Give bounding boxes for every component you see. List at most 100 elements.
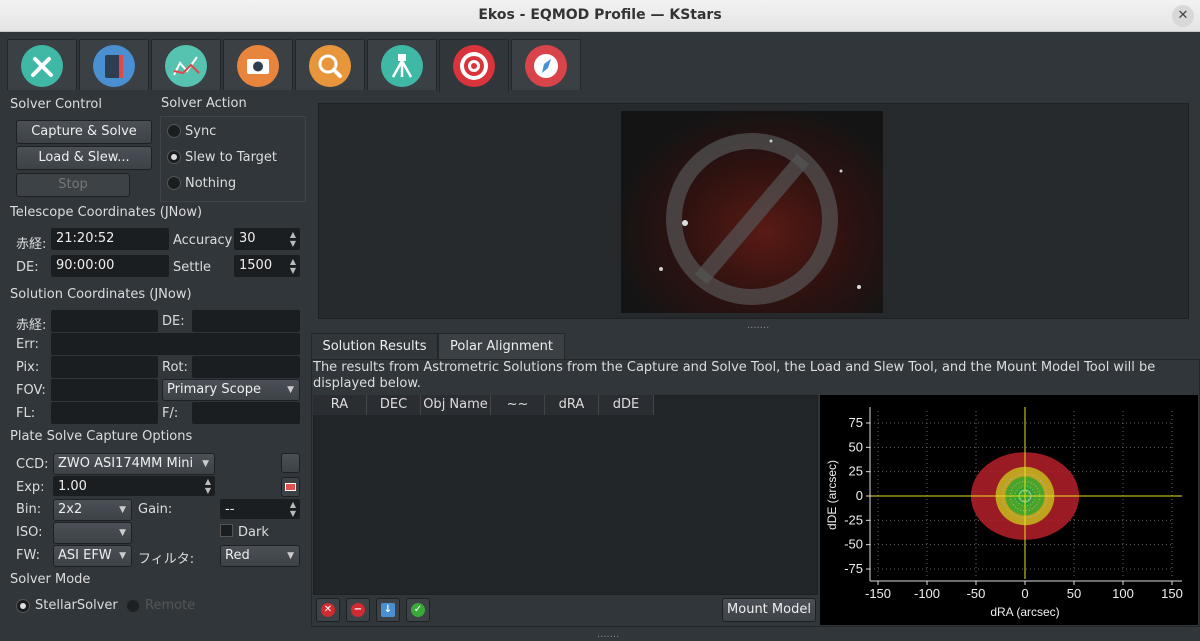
nothing-label: Nothing	[185, 176, 237, 191]
dark-checkbox[interactable]	[220, 524, 233, 537]
telescope-de-field[interactable]: 90:00:00	[51, 255, 169, 277]
stellarsolver-label: StellarSolver	[35, 598, 118, 613]
remove-row-button[interactable]: −	[346, 598, 370, 622]
frame-settings-button[interactable]	[281, 477, 300, 497]
horsehead-nebula-image	[621, 111, 883, 313]
spin-up-icon[interactable]: ▲	[290, 230, 296, 239]
ccd-options-button[interactable]	[281, 453, 300, 473]
bottom-splitter-handle[interactable]: .......	[597, 629, 619, 640]
nothing-radio[interactable]	[167, 176, 181, 190]
telescope-coords-title: Telescope Coordinates (JNow)	[10, 205, 203, 220]
bin-value: 2x2	[58, 502, 83, 517]
x-tick-label: -150	[865, 586, 891, 601]
spin-up-icon[interactable]: ▲	[205, 477, 211, 486]
chevron-down-icon: ▼	[119, 528, 126, 538]
chevron-down-icon: ▼	[119, 505, 126, 515]
accuracy-value: 30	[239, 231, 256, 246]
telescope-ra-field[interactable]: 21:20:52	[51, 228, 169, 250]
clear-all-button[interactable]: ✕	[316, 598, 340, 622]
fw-select[interactable]: ASI EFW ▼	[53, 545, 132, 567]
col-dde[interactable]: dDE	[599, 395, 654, 415]
capture-solve-button[interactable]: Capture & Solve	[16, 120, 152, 144]
splitter-handle[interactable]: .......	[747, 320, 769, 331]
load-slew-button[interactable]: Load & Slew...	[16, 146, 152, 170]
spin-down-icon[interactable]: ▼	[205, 486, 211, 495]
f-ratio-field	[192, 402, 300, 424]
ccd-select[interactable]: ZWO ASI174MM Mini ▼	[53, 453, 215, 475]
accuracy-chart[interactable]: -150 -100 -50 0 50 100 150 75 50 25 0 -25 -50 -75 dRA…	[820, 395, 1198, 625]
solver-action-title: Solver Action	[161, 96, 247, 111]
tab-solution-results[interactable]: Solution Results	[311, 333, 438, 359]
telescope-ra-label: 赤経:	[16, 237, 47, 252]
tab-scheduler[interactable]	[79, 39, 149, 90]
col-tilde[interactable]: ~~	[491, 395, 545, 415]
tab-analyze[interactable]	[151, 39, 221, 90]
window-title: Ekos - EQMOD Profile — KStars	[478, 7, 722, 23]
tab-guide[interactable]	[511, 39, 581, 90]
solution-ra-label: 赤経:	[16, 318, 47, 333]
bin-label: Bin:	[16, 502, 42, 517]
col-ra[interactable]: RA	[313, 395, 367, 415]
tab-align[interactable]	[439, 39, 509, 92]
x-tick-label: 150	[1161, 586, 1183, 601]
solution-de-label: DE:	[162, 314, 185, 329]
stop-button[interactable]: Stop	[16, 173, 130, 197]
col-dra[interactable]: dRA	[545, 395, 599, 415]
minus-circle-icon: −	[351, 603, 365, 617]
col-obj-name[interactable]: Obj Name	[421, 395, 491, 415]
y-tick-label: 25	[849, 464, 863, 479]
spin-up-icon[interactable]: ▲	[290, 500, 296, 509]
close-button[interactable]: ✕	[1172, 5, 1194, 27]
tab-polar-alignment[interactable]: Polar Alignment	[438, 333, 565, 359]
spin-down-icon[interactable]: ▼	[290, 239, 296, 248]
gain-spinbox[interactable]: -- ▲ ▼	[220, 499, 300, 519]
err-label: Err:	[16, 337, 39, 352]
y-tick-label: -50	[844, 537, 863, 552]
settle-spinbox[interactable]: 1500 ▲ ▼	[234, 255, 300, 277]
stellarsolver-radio[interactable]	[16, 599, 30, 613]
fl-label: FL:	[16, 406, 36, 421]
accept-button[interactable]: ✓	[406, 598, 430, 622]
telescope-de-label: DE:	[16, 260, 39, 275]
remote-radio[interactable]	[126, 599, 140, 613]
x-tick-label: -50	[967, 586, 986, 601]
tab-setup[interactable]	[7, 39, 77, 90]
col-dec[interactable]: DEC	[367, 395, 421, 415]
accuracy-spinbox[interactable]: 30 ▲ ▼	[234, 228, 300, 250]
results-table	[313, 395, 818, 595]
compass-icon	[525, 45, 567, 87]
exp-label: Exp:	[16, 480, 45, 495]
spin-down-icon[interactable]: ▼	[290, 509, 296, 518]
tab-focus[interactable]	[295, 39, 365, 90]
check-circle-icon: ✓	[411, 603, 425, 617]
sync-label: Sync	[185, 124, 217, 139]
export-button[interactable]: ↓	[376, 598, 400, 622]
wrench-screwdriver-icon	[21, 45, 63, 87]
chevron-down-icon: ▼	[202, 459, 209, 469]
slew-to-target-label: Slew to Target	[185, 150, 278, 165]
x-tick-label: 100	[1112, 586, 1134, 601]
y-tick-label: 0	[856, 488, 863, 503]
spin-up-icon[interactable]: ▲	[290, 257, 296, 266]
spin-down-icon[interactable]: ▼	[290, 266, 296, 275]
bin-select[interactable]: 2x2 ▼	[53, 499, 132, 521]
solution-ra-field	[51, 310, 158, 332]
filter-select[interactable]: Red ▼	[220, 545, 300, 567]
pix-label: Pix:	[16, 360, 40, 375]
exposure-value: 1.00	[58, 479, 87, 494]
mount-model-button[interactable]: Mount Model	[722, 598, 816, 622]
sync-radio[interactable]	[167, 124, 181, 138]
frame-icon	[285, 483, 296, 491]
tab-capture[interactable]	[223, 39, 293, 90]
scope-select[interactable]: Primary Scope ▼	[162, 379, 300, 401]
download-icon: ↓	[381, 603, 395, 617]
gain-label: Gain:	[138, 502, 173, 517]
no-image-icon	[659, 133, 861, 305]
tab-mount[interactable]	[367, 39, 437, 90]
exposure-spinbox[interactable]: 1.00 ▲ ▼	[53, 476, 215, 496]
slew-to-target-radio[interactable]	[167, 150, 181, 164]
solver-control-title: Solver Control	[10, 97, 102, 112]
iso-select[interactable]: ▼	[53, 522, 132, 544]
x-axis-label: dRA (arcsec)	[990, 605, 1059, 619]
fov-field	[51, 379, 158, 401]
